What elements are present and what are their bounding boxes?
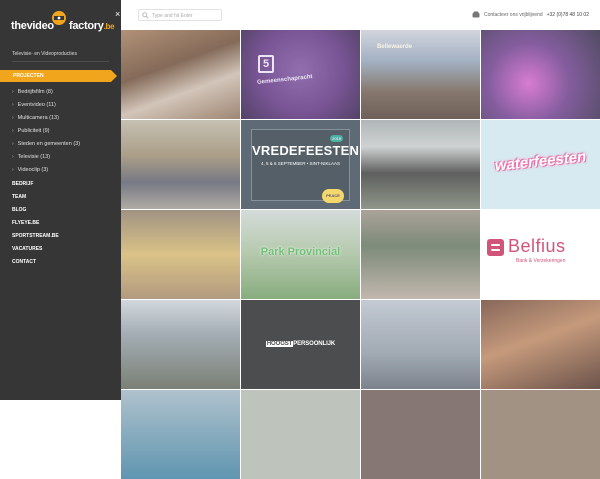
peace-badge: PEACE <box>322 189 344 203</box>
belfius-name: Belfius <box>508 236 566 256</box>
nav-item-bedrijf[interactable]: BEDRIJF <box>12 178 112 191</box>
project-tile-show[interactable] <box>481 30 600 119</box>
vredefeesten-title: VREDEFEESTEN <box>252 143 360 158</box>
project-tile-hoogst-persoonlijk[interactable]: HOOGSTPERSOONLIJK <box>241 300 360 389</box>
subnav-item-televisie[interactable]: › Televisie (13) <box>12 151 112 164</box>
projects-subnav: › Bedrijfsfilm (8) › Eventvideo (11) › Mult… <box>12 86 112 177</box>
hoogst-persoonlijk-logo: HOOGSTPERSOONLIJK <box>241 341 360 347</box>
subnav-item-publiciteit[interactable]: › Publiciteit (9) <box>12 125 112 138</box>
nav-item-team[interactable]: TEAM <box>12 191 112 204</box>
project-tile-vredefeesten[interactable]: 2015 VREDEFEESTEN 4, 5 & 6 SEPTEMBER • S… <box>241 120 360 209</box>
waterfeesten-logo: waterfeesten <box>494 148 587 175</box>
belfius-logo-icon <box>487 239 504 256</box>
tagline: Televisie- en Videoproducties <box>12 51 77 57</box>
search-box <box>138 9 222 21</box>
project-tile-row5-2[interactable] <box>241 390 360 479</box>
sign-five: 5 <box>258 55 274 73</box>
contact-label: Contacteer ons vrijblijvend <box>483 11 543 18</box>
project-grid: 5 Gemeenschapracht Bellewaerde 2015 VRED… <box>121 30 600 479</box>
subnav-item-label: Televisie (13) <box>17 154 51 160</box>
nav-item-vacatures[interactable]: VACATURES <box>12 243 112 256</box>
logo-text-name: factory.be <box>69 20 115 32</box>
search-input[interactable] <box>152 11 220 20</box>
project-tile-dining[interactable] <box>481 300 600 389</box>
hoogst-part: HOOGST <box>265 341 294 347</box>
subnav-item-label: Steden en gemeenten (3) <box>17 141 81 147</box>
project-tile-row5-4[interactable] <box>481 390 600 479</box>
sidebar: thevideo factory.be × Televisie- en Vide… <box>0 0 121 400</box>
contact-info[interactable]: Contacteer ons vrijblijvend +32 (0)78 48… <box>472 11 589 18</box>
film-reel-icon <box>52 11 66 25</box>
phone-number[interactable]: +32 (0)78 48 10 02 <box>547 12 589 18</box>
chevron-right-icon: › <box>12 167 14 173</box>
logo-text-the: thevideo <box>11 20 54 32</box>
nav-item-flyeye[interactable]: FLYEYE.BE <box>12 217 112 230</box>
project-tile-costumes[interactable] <box>121 210 240 299</box>
site-logo[interactable]: thevideo factory.be <box>11 9 116 39</box>
project-tile-belfius[interactable]: Belfius Bank & Verzekeringen <box>481 210 600 299</box>
project-tile-cycling[interactable] <box>121 120 240 209</box>
subnav-item-label: Videoclip (3) <box>17 167 49 173</box>
search-icon <box>142 12 149 19</box>
chevron-right-icon: › <box>12 89 14 95</box>
belfius-subtitle: Bank & Verzekeringen <box>516 258 566 264</box>
nav-item-contact[interactable]: CONTACT <box>12 256 112 269</box>
nav-item-sportstream[interactable]: SPORTSTREAM.BE <box>12 230 112 243</box>
subnav-item-videoclip[interactable]: › Videoclip (3) <box>12 164 112 177</box>
subnav-item-label: Publiciteit (9) <box>17 128 50 134</box>
subnav-item-bedrijfsfilm[interactable]: › Bedrijfsfilm (8) <box>12 86 112 99</box>
vredefeesten-year: 2015 <box>330 135 343 142</box>
chevron-right-icon: › <box>12 115 14 121</box>
project-tile-runners[interactable] <box>361 210 480 299</box>
persoonlijk-part: PERSOONLIJK <box>293 341 336 347</box>
project-tile-bellewaerde[interactable]: Bellewaerde <box>361 30 480 119</box>
nav-item-projecten[interactable]: PROJECTEN <box>0 70 117 82</box>
project-tile-park-provincial[interactable]: Park Provincial <box>241 210 360 299</box>
chevron-right-icon: › <box>12 128 14 134</box>
project-tile-aerial-road[interactable] <box>121 300 240 389</box>
top-bar: Contacteer ons vrijblijvend +32 (0)78 48… <box>121 0 600 30</box>
bellewaerde-sign: Bellewaerde <box>377 44 413 50</box>
project-tile-cameraman[interactable] <box>361 120 480 209</box>
project-tile-row5-3[interactable] <box>361 390 480 479</box>
project-tile-waterfeesten[interactable]: waterfeesten <box>481 120 600 209</box>
project-tile-car[interactable] <box>121 30 240 119</box>
sign-text: Gemeenschapracht <box>256 74 313 86</box>
subnav-item-eventvideo[interactable]: › Eventvideo (11) <box>12 99 112 112</box>
logo-name: factory <box>69 20 104 32</box>
project-tile-row5-1[interactable] <box>121 390 240 479</box>
subnav-item-label: Eventvideo (11) <box>17 102 56 108</box>
chevron-right-icon: › <box>12 141 14 147</box>
subnav-item-label: Multicamera (13) <box>17 115 59 121</box>
subnav-item-multicamera[interactable]: › Multicamera (13) <box>12 112 112 125</box>
park-provincial-text: Park Provincial <box>260 246 341 258</box>
project-tile-boat[interactable] <box>361 300 480 389</box>
chevron-right-icon: › <box>12 154 14 160</box>
logo-tld: .be <box>103 22 115 31</box>
project-tile-gemeenschapracht[interactable]: 5 Gemeenschapracht <box>241 30 360 119</box>
main-nav: BEDRIJF TEAM BLOG FLYEYE.BE SPORTSTREAM.… <box>12 178 112 269</box>
sidebar-divider <box>12 61 109 62</box>
subnav-item-steden[interactable]: › Steden en gemeenten (3) <box>12 138 112 151</box>
vredefeesten-dates: 4, 5 & 6 SEPTEMBER • SINT-NIKLAAS <box>260 161 341 166</box>
nav-item-blog[interactable]: BLOG <box>12 204 112 217</box>
subnav-item-label: Bedrijfsfilm (8) <box>17 89 53 95</box>
phone-icon <box>472 11 480 18</box>
chevron-right-icon: › <box>12 102 14 108</box>
vredefeesten-poster: 2015 VREDEFEESTEN 4, 5 & 6 SEPTEMBER • S… <box>251 129 360 203</box>
